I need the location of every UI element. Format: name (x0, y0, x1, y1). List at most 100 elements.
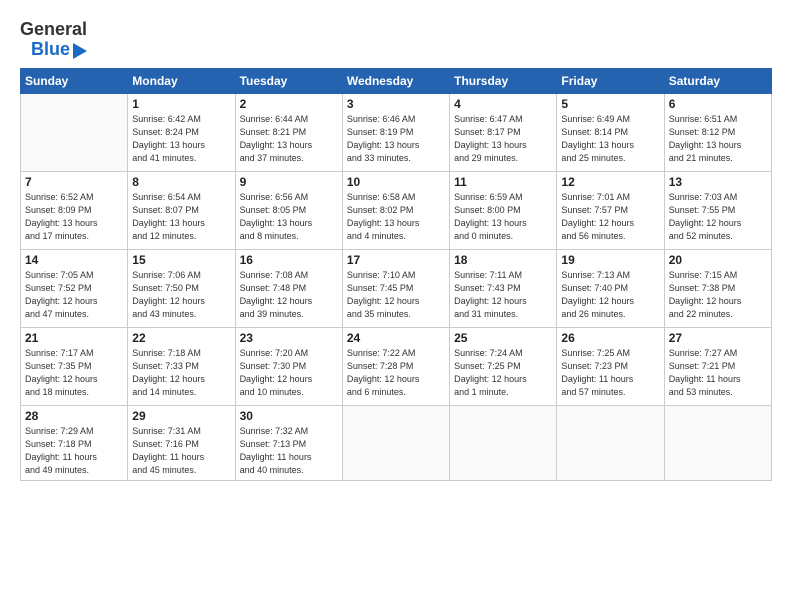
day-info: Sunrise: 7:18 AM Sunset: 7:33 PM Dayligh… (132, 347, 230, 399)
day-number: 11 (454, 175, 552, 189)
calendar-cell: 2 Sunrise: 6:44 AM Sunset: 8:21 PM Daylig… (235, 93, 342, 171)
day-info: Sunrise: 7:06 AM Sunset: 7:50 PM Dayligh… (132, 269, 230, 321)
day-number: 26 (561, 331, 659, 345)
day-number: 12 (561, 175, 659, 189)
weekday-header-friday: Friday (557, 68, 664, 93)
calendar-cell: 28 Sunrise: 7:29 AM Sunset: 7:18 PM Dayli… (21, 405, 128, 480)
day-info: Sunrise: 6:58 AM Sunset: 8:02 PM Dayligh… (347, 191, 445, 243)
day-number: 23 (240, 331, 338, 345)
calendar-cell (342, 405, 449, 480)
day-number: 25 (454, 331, 552, 345)
day-info: Sunrise: 7:20 AM Sunset: 7:30 PM Dayligh… (240, 347, 338, 399)
calendar-cell: 1 Sunrise: 6:42 AM Sunset: 8:24 PM Daylig… (128, 93, 235, 171)
calendar-cell: 14 Sunrise: 7:05 AM Sunset: 7:52 PM Dayli… (21, 249, 128, 327)
day-info: Sunrise: 7:32 AM Sunset: 7:13 PM Dayligh… (240, 425, 338, 477)
day-info: Sunrise: 7:22 AM Sunset: 7:28 PM Dayligh… (347, 347, 445, 399)
calendar-cell: 23 Sunrise: 7:20 AM Sunset: 7:30 PM Dayli… (235, 327, 342, 405)
calendar-cell (450, 405, 557, 480)
header: General Blue (20, 16, 772, 60)
day-info: Sunrise: 7:24 AM Sunset: 7:25 PM Dayligh… (454, 347, 552, 399)
day-number: 22 (132, 331, 230, 345)
calendar-body: 1 Sunrise: 6:42 AM Sunset: 8:24 PM Daylig… (21, 93, 772, 480)
day-info: Sunrise: 7:11 AM Sunset: 7:43 PM Dayligh… (454, 269, 552, 321)
calendar-cell: 4 Sunrise: 6:47 AM Sunset: 8:17 PM Daylig… (450, 93, 557, 171)
day-number: 19 (561, 253, 659, 267)
day-number: 20 (669, 253, 767, 267)
day-number: 6 (669, 97, 767, 111)
day-number: 27 (669, 331, 767, 345)
day-number: 24 (347, 331, 445, 345)
day-number: 8 (132, 175, 230, 189)
day-info: Sunrise: 6:42 AM Sunset: 8:24 PM Dayligh… (132, 113, 230, 165)
day-number: 10 (347, 175, 445, 189)
day-number: 14 (25, 253, 123, 267)
day-info: Sunrise: 6:44 AM Sunset: 8:21 PM Dayligh… (240, 113, 338, 165)
calendar-cell: 26 Sunrise: 7:25 AM Sunset: 7:23 PM Dayli… (557, 327, 664, 405)
day-info: Sunrise: 6:59 AM Sunset: 8:00 PM Dayligh… (454, 191, 552, 243)
logo: General Blue (20, 20, 87, 60)
day-info: Sunrise: 7:27 AM Sunset: 7:21 PM Dayligh… (669, 347, 767, 399)
calendar-cell: 5 Sunrise: 6:49 AM Sunset: 8:14 PM Daylig… (557, 93, 664, 171)
day-info: Sunrise: 7:03 AM Sunset: 7:55 PM Dayligh… (669, 191, 767, 243)
calendar-week-row: 1 Sunrise: 6:42 AM Sunset: 8:24 PM Daylig… (21, 93, 772, 171)
day-info: Sunrise: 7:10 AM Sunset: 7:45 PM Dayligh… (347, 269, 445, 321)
day-info: Sunrise: 7:25 AM Sunset: 7:23 PM Dayligh… (561, 347, 659, 399)
calendar-week-row: 28 Sunrise: 7:29 AM Sunset: 7:18 PM Dayli… (21, 405, 772, 480)
calendar-cell: 7Sunrise: 6:52 AM Sunset: 8:09 PM Daylig… (21, 171, 128, 249)
page: General Blue SundayMondayTuesdayWednesda… (0, 0, 792, 612)
calendar-cell: 18 Sunrise: 7:11 AM Sunset: 7:43 PM Dayli… (450, 249, 557, 327)
day-number: 28 (25, 409, 123, 423)
day-number: 13 (669, 175, 767, 189)
calendar-cell: 3Sunrise: 6:46 AM Sunset: 8:19 PM Daylig… (342, 93, 449, 171)
weekday-header-monday: Monday (128, 68, 235, 93)
day-info: Sunrise: 7:31 AM Sunset: 7:16 PM Dayligh… (132, 425, 230, 477)
day-info: Sunrise: 7:29 AM Sunset: 7:18 PM Dayligh… (25, 425, 123, 477)
calendar-cell: 30 Sunrise: 7:32 AM Sunset: 7:13 PM Dayli… (235, 405, 342, 480)
day-info: Sunrise: 7:17 AM Sunset: 7:35 PM Dayligh… (25, 347, 123, 399)
day-info: Sunrise: 6:47 AM Sunset: 8:17 PM Dayligh… (454, 113, 552, 165)
day-info: Sunrise: 6:56 AM Sunset: 8:05 PM Dayligh… (240, 191, 338, 243)
weekday-header-tuesday: Tuesday (235, 68, 342, 93)
logo-general: General (20, 20, 87, 40)
calendar-cell: 10 Sunrise: 6:58 AM Sunset: 8:02 PM Dayli… (342, 171, 449, 249)
day-number: 1 (132, 97, 230, 111)
day-number: 30 (240, 409, 338, 423)
day-number: 17 (347, 253, 445, 267)
calendar-cell (21, 93, 128, 171)
calendar-cell: 9 Sunrise: 6:56 AM Sunset: 8:05 PM Daylig… (235, 171, 342, 249)
day-number: 3 (347, 97, 445, 111)
day-number: 21 (25, 331, 123, 345)
calendar-cell: 15Sunrise: 7:06 AM Sunset: 7:50 PM Dayli… (128, 249, 235, 327)
day-info: Sunrise: 7:01 AM Sunset: 7:57 PM Dayligh… (561, 191, 659, 243)
day-info: Sunrise: 7:05 AM Sunset: 7:52 PM Dayligh… (25, 269, 123, 321)
weekday-header-saturday: Saturday (664, 68, 771, 93)
calendar-header-row: SundayMondayTuesdayWednesdayThursdayFrid… (21, 68, 772, 93)
calendar-cell: 20 Sunrise: 7:15 AM Sunset: 7:38 PM Dayli… (664, 249, 771, 327)
calendar-cell: 21 Sunrise: 7:17 AM Sunset: 7:35 PM Dayli… (21, 327, 128, 405)
weekday-header-thursday: Thursday (450, 68, 557, 93)
calendar-cell (557, 405, 664, 480)
calendar-cell: 19 Sunrise: 7:13 AM Sunset: 7:40 PM Dayli… (557, 249, 664, 327)
logo-arrow-icon (73, 43, 87, 59)
weekday-header-wednesday: Wednesday (342, 68, 449, 93)
calendar-cell: 27 Sunrise: 7:27 AM Sunset: 7:21 PM Dayli… (664, 327, 771, 405)
calendar-cell: 25 Sunrise: 7:24 AM Sunset: 7:25 PM Dayli… (450, 327, 557, 405)
day-number: 9 (240, 175, 338, 189)
calendar-cell: 16Sunrise: 7:08 AM Sunset: 7:48 PM Dayli… (235, 249, 342, 327)
calendar-week-row: 7Sunrise: 6:52 AM Sunset: 8:09 PM Daylig… (21, 171, 772, 249)
calendar-cell: 6 Sunrise: 6:51 AM Sunset: 8:12 PM Daylig… (664, 93, 771, 171)
day-number: 4 (454, 97, 552, 111)
day-number: 18 (454, 253, 552, 267)
day-number: 2 (240, 97, 338, 111)
day-info: Sunrise: 7:13 AM Sunset: 7:40 PM Dayligh… (561, 269, 659, 321)
day-number: 5 (561, 97, 659, 111)
calendar-cell: 17 Sunrise: 7:10 AM Sunset: 7:45 PM Dayli… (342, 249, 449, 327)
day-info: Sunrise: 6:51 AM Sunset: 8:12 PM Dayligh… (669, 113, 767, 165)
day-number: 7 (25, 175, 123, 189)
day-info: Sunrise: 7:15 AM Sunset: 7:38 PM Dayligh… (669, 269, 767, 321)
day-info: Sunrise: 6:54 AM Sunset: 8:07 PM Dayligh… (132, 191, 230, 243)
calendar-table: SundayMondayTuesdayWednesdayThursdayFrid… (20, 68, 772, 481)
day-info: Sunrise: 6:49 AM Sunset: 8:14 PM Dayligh… (561, 113, 659, 165)
day-number: 16 (240, 253, 338, 267)
calendar-cell: 11 Sunrise: 6:59 AM Sunset: 8:00 PM Dayli… (450, 171, 557, 249)
